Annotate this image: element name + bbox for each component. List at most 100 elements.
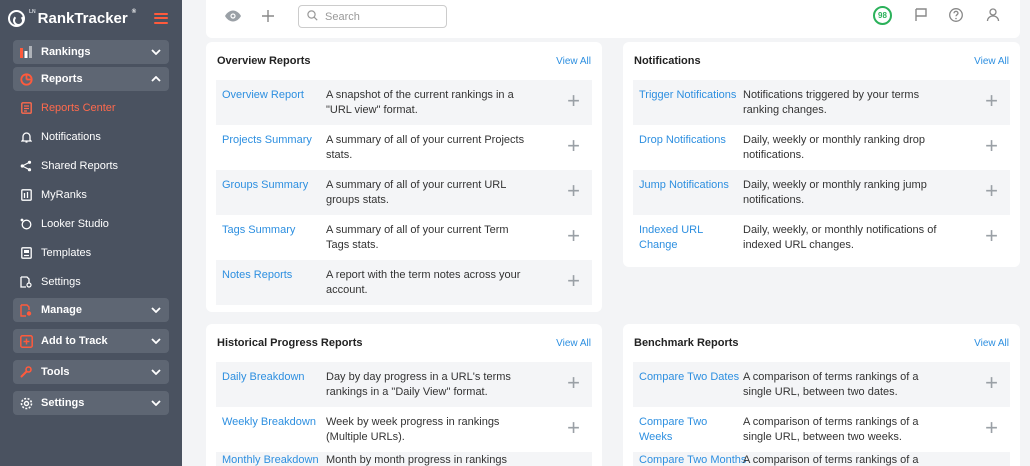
report-description: Daily, weekly or monthly ranking jump no… bbox=[743, 179, 927, 206]
report-link[interactable]: Weekly Breakdown bbox=[216, 407, 326, 430]
eye-icon[interactable] bbox=[224, 9, 242, 26]
report-link[interactable]: Jump Notifications bbox=[633, 170, 743, 193]
add-icon[interactable]: + bbox=[985, 225, 998, 247]
logo-bar: LN RankTracker ® bbox=[0, 0, 182, 36]
search-icon bbox=[307, 9, 318, 24]
sidebar-item-reports-center[interactable]: Reports Center bbox=[0, 93, 182, 122]
report-description: A snapshot of the current rankings in a … bbox=[326, 89, 514, 116]
template-icon bbox=[20, 246, 32, 259]
sidebar-item-myranks[interactable]: MyRanks bbox=[0, 180, 182, 209]
card-overview-reports: Overview Reports View All Overview Repor… bbox=[206, 42, 602, 312]
add-icon[interactable]: + bbox=[567, 180, 580, 202]
card-title: Notifications bbox=[634, 55, 701, 67]
settings-document-icon bbox=[20, 275, 32, 288]
search-box bbox=[298, 5, 447, 28]
report-link[interactable]: Compare Two Weeks bbox=[633, 407, 743, 445]
logo[interactable]: LN RankTracker ® bbox=[8, 9, 137, 27]
report-link[interactable]: Compare Two Months bbox=[633, 452, 746, 466]
page-icon bbox=[20, 188, 32, 201]
report-link[interactable]: Daily Breakdown bbox=[216, 362, 326, 385]
add-icon[interactable]: + bbox=[567, 270, 580, 292]
score-badge[interactable]: 98 bbox=[873, 6, 892, 25]
nav-group-label: Rankings bbox=[41, 46, 91, 58]
add-icon[interactable]: + bbox=[985, 90, 998, 112]
report-row: Notes Reports A report with the term not… bbox=[216, 260, 592, 305]
manage-icon bbox=[19, 303, 33, 317]
nav-group-label: Add to Track bbox=[41, 335, 108, 347]
report-description: A summary of all of your current Term Ta… bbox=[326, 224, 509, 251]
view-all-link[interactable]: View All bbox=[556, 56, 591, 67]
flag-icon[interactable] bbox=[914, 7, 928, 26]
nav-group-tools[interactable]: Tools bbox=[13, 360, 169, 384]
share-icon bbox=[20, 160, 32, 172]
report-link[interactable]: Notes Reports bbox=[216, 260, 326, 283]
add-icon[interactable]: + bbox=[567, 225, 580, 247]
report-row: Trigger Notifications Notifications trig… bbox=[633, 80, 1010, 125]
report-row: Indexed URL Change Daily, weekly, or mon… bbox=[633, 215, 1010, 260]
add-icon[interactable]: + bbox=[985, 135, 998, 157]
view-all-link[interactable]: View All bbox=[974, 338, 1009, 349]
chevron-down-icon bbox=[151, 398, 161, 408]
logo-prefix: LN bbox=[29, 9, 36, 15]
report-description: Week by week progress in rankings (Multi… bbox=[326, 416, 500, 443]
document-icon bbox=[20, 101, 32, 114]
report-link[interactable]: Drop Notifications bbox=[633, 125, 743, 148]
add-icon[interactable]: + bbox=[985, 372, 998, 394]
logo-mark-icon bbox=[8, 9, 25, 27]
report-row: Compare Two Weeks A comparison of terms … bbox=[633, 407, 1010, 452]
logo-text: RankTracker bbox=[37, 9, 128, 27]
report-row: Projects Summary A summary of all of you… bbox=[216, 125, 592, 170]
report-link[interactable]: Indexed URL Change bbox=[633, 215, 743, 253]
user-icon[interactable] bbox=[986, 7, 1000, 26]
chevron-down-icon bbox=[151, 367, 161, 377]
search-input[interactable] bbox=[325, 10, 435, 23]
chevron-down-icon bbox=[151, 336, 161, 346]
view-all-link[interactable]: View All bbox=[974, 56, 1009, 67]
add-icon[interactable]: + bbox=[567, 135, 580, 157]
add-icon[interactable]: + bbox=[567, 90, 580, 112]
sidebar-item-label: Reports Center bbox=[41, 101, 116, 114]
add-icon[interactable]: + bbox=[567, 417, 580, 439]
report-link[interactable]: Compare Two Dates bbox=[633, 362, 743, 385]
nav-group-label: Settings bbox=[41, 397, 85, 409]
bar-chart-icon bbox=[19, 45, 33, 59]
report-link[interactable]: Groups Summary bbox=[216, 170, 326, 193]
nav-group-manage[interactable]: Manage bbox=[13, 298, 169, 322]
report-row: Drop Notifications Daily, weekly or mont… bbox=[633, 125, 1010, 170]
pie-chart-icon bbox=[19, 72, 33, 86]
sidebar-item-label: Looker Studio bbox=[41, 217, 109, 230]
report-row: Groups Summary A summary of all of your … bbox=[216, 170, 592, 215]
nav-group-add-to-track[interactable]: Add to Track bbox=[13, 329, 169, 353]
view-all-link[interactable]: View All bbox=[556, 338, 591, 349]
report-description: Daily, weekly, or monthly notifications … bbox=[743, 224, 937, 251]
sidebar-item-shared-reports[interactable]: Shared Reports bbox=[0, 151, 182, 180]
sidebar-item-label: Notifications bbox=[41, 130, 101, 143]
add-icon[interactable]: + bbox=[567, 372, 580, 394]
report-description: Notifications triggered by your terms ra… bbox=[743, 89, 920, 116]
nav-group-settings[interactable]: Settings bbox=[13, 391, 169, 415]
report-description: A comparison of terms rankings of a sing… bbox=[743, 416, 919, 443]
report-link[interactable]: Overview Report bbox=[216, 80, 326, 103]
card-title: Historical Progress Reports bbox=[217, 337, 363, 349]
sidebar-item-label: MyRanks bbox=[41, 188, 87, 201]
report-link[interactable]: Tags Summary bbox=[216, 215, 326, 238]
report-link[interactable]: Trigger Notifications bbox=[633, 80, 743, 103]
sidebar-item-notifications[interactable]: Notifications bbox=[0, 122, 182, 151]
report-description: Month by month progress in rankings bbox=[326, 454, 507, 466]
help-icon[interactable] bbox=[948, 7, 964, 26]
add-icon[interactable] bbox=[261, 7, 275, 27]
report-description: A comparison of terms rankings of a bbox=[743, 454, 919, 466]
sidebar-item-report-settings[interactable]: Settings bbox=[0, 267, 182, 296]
logo-trademark: ® bbox=[131, 9, 137, 15]
hamburger-menu-icon[interactable] bbox=[154, 12, 168, 24]
nav-group-reports[interactable]: Reports bbox=[13, 67, 169, 91]
report-link[interactable]: Projects Summary bbox=[216, 125, 326, 148]
report-link[interactable]: Monthly Breakdown bbox=[216, 452, 326, 466]
add-icon[interactable]: + bbox=[985, 180, 998, 202]
add-icon[interactable]: + bbox=[985, 417, 998, 439]
card-historical-progress: Historical Progress Reports View All Dai… bbox=[206, 324, 602, 466]
nav-group-rankings[interactable]: Rankings bbox=[13, 40, 169, 64]
sidebar-item-templates[interactable]: Templates bbox=[0, 238, 182, 267]
chevron-down-icon bbox=[151, 305, 161, 315]
sidebar-item-looker-studio[interactable]: Looker Studio bbox=[0, 209, 182, 238]
